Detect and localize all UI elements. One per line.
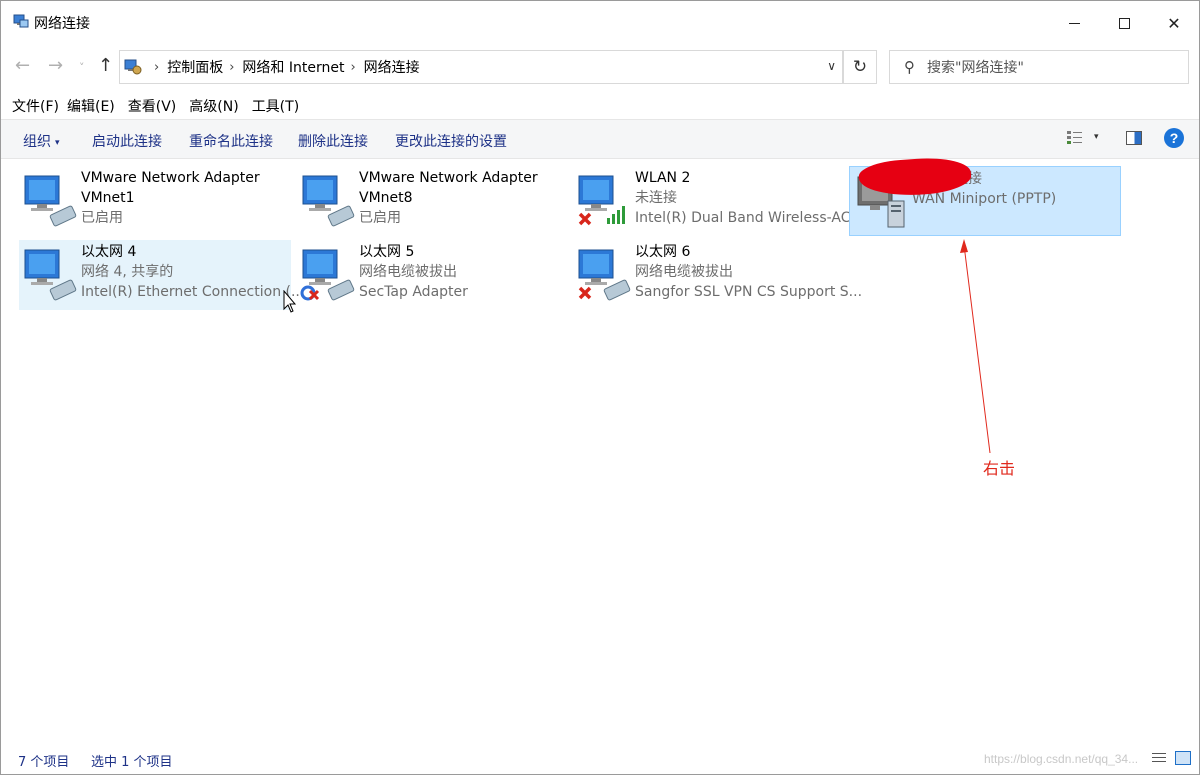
change-settings-button[interactable]: 更改此连接的设置 <box>395 131 507 151</box>
menu-bar: 文件(F) 编辑(E) 查看(V) 高级(N) 工具(T) <box>1 94 309 118</box>
search-input[interactable]: ⚲ 搜索"网络连接" <box>889 50 1189 84</box>
view-options-caret[interactable]: ▾ <box>1094 132 1099 142</box>
menu-view[interactable]: 查看(V) <box>125 94 187 118</box>
connection-text: 以太网 5 网络电缆被拔出 SecTap Adapter <box>359 242 468 302</box>
connection-text: WLAN 2 未连接 Intel(R) Dual Band Wireless-A… <box>635 168 864 228</box>
connection-name: 以太网 4 <box>81 244 137 260</box>
maximize-icon <box>1118 17 1130 29</box>
connection-status: 网络电缆被拔出 <box>359 264 457 280</box>
network-adapter-icon <box>24 249 77 301</box>
breadcrumb-network-connections[interactable]: › 网络连接 <box>344 57 419 77</box>
forward-button[interactable]: → <box>48 55 63 76</box>
menu-tools[interactable]: 工具(T) <box>249 94 309 118</box>
search-placeholder: 搜索"网络连接" <box>927 60 1024 76</box>
connection-ethernet-4[interactable]: 以太网 4 网络 4, 共享的 Intel(R) Ethernet Connec… <box>19 240 304 310</box>
start-connection-button[interactable]: 启动此连接 <box>92 131 162 151</box>
wireless-adapter-icon <box>578 175 625 226</box>
explorer-window: 网络连接 ✕ ← → ˅ ↑ › 控制面板 › 网络和 Internet › 网… <box>0 0 1200 775</box>
breadcrumb-control-panel[interactable]: › 控制面板 <box>148 57 223 77</box>
close-button[interactable]: ✕ <box>1149 1 1199 45</box>
change-view-icon[interactable] <box>1066 129 1084 147</box>
caret-down-icon: ▾ <box>55 138 60 148</box>
connection-device: Intel(R) Dual Band Wireless-AC... <box>635 210 864 226</box>
connection-name: 以太网 6 <box>635 244 691 260</box>
connection-vmnet8[interactable]: VMware Network Adapter VMnet8 已启用 <box>297 166 569 236</box>
connection-status: 已启用 <box>359 210 401 226</box>
network-adapter-icon <box>578 249 631 301</box>
bottom-edge <box>0 775 1204 781</box>
connection-name-line2: VMnet8 <box>359 190 413 206</box>
connection-name: 以太网 5 <box>359 244 415 260</box>
connection-name: VMware Network Adapter <box>359 170 538 186</box>
help-icon[interactable]: ? <box>1164 128 1184 148</box>
connection-status: 网络电缆被拔出 <box>635 264 733 280</box>
breadcrumb-separator[interactable]: › <box>350 60 355 75</box>
maximize-button[interactable] <box>1099 1 1149 45</box>
connection-text: VMware Network Adapter VMnet8 已启用 <box>359 168 538 228</box>
organize-button[interactable]: 组织 ▾ <box>23 131 60 151</box>
connection-wlan2[interactable]: WLAN 2 未连接 Intel(R) Dual Band Wireless-A… <box>573 166 864 236</box>
recent-locations-button[interactable]: ˅ <box>79 61 85 74</box>
network-adapter-icon <box>300 249 355 301</box>
window-title: 网络连接 <box>34 16 90 32</box>
network-adapter-icon <box>24 175 77 227</box>
network-adapter-icon <box>302 175 355 227</box>
connection-vmnet1[interactable]: VMware Network Adapter VMnet1 已启用 <box>19 166 291 236</box>
breadcrumb-network-internet[interactable]: › 网络和 Internet <box>223 57 344 77</box>
control-panel-icon <box>124 59 142 75</box>
connection-name: WLAN 2 <box>635 170 691 186</box>
connection-ethernet-6[interactable]: 以太网 6 网络电缆被拔出 Sangfor SSL VPN CS Support… <box>573 240 862 310</box>
preview-pane-icon[interactable] <box>1126 131 1142 145</box>
minimize-icon <box>1068 22 1080 24</box>
item-count: 7 个项目 <box>18 755 70 770</box>
minimize-button[interactable] <box>1049 1 1099 45</box>
breadcrumb-label[interactable]: 网络和 Internet <box>242 57 344 77</box>
refresh-icon: ↻ <box>852 57 868 77</box>
watermark: https://blog.csdn.net/qq_34... <box>984 752 1139 766</box>
breadcrumb-separator[interactable]: › <box>229 60 234 75</box>
chevron-down-icon[interactable]: ∨ <box>827 59 836 73</box>
annotation-label: 右击 <box>983 459 1016 478</box>
organize-label: 组织 <box>23 134 51 150</box>
connection-device: Intel(R) Ethernet Connection (... <box>81 284 305 300</box>
close-icon: ✕ <box>1167 13 1181 33</box>
connection-name: VMware Network Adapter <box>81 170 260 186</box>
menu-edit[interactable]: 编辑(E) <box>64 94 125 118</box>
address-bar[interactable]: › 控制面板 › 网络和 Internet › 网络连接 ∨ <box>119 50 843 84</box>
mouse-cursor-icon <box>283 290 297 313</box>
connection-device: Sangfor SSL VPN CS Support S... <box>635 284 863 300</box>
up-button[interactable]: ↑ <box>98 55 113 76</box>
large-icons-view-icon[interactable] <box>1175 751 1191 765</box>
search-icon: ⚲ <box>904 58 915 76</box>
connection-name-line2: VMnet1 <box>81 190 135 206</box>
network-connections-icon <box>13 14 29 28</box>
selected-count: 选中 1 个项目 <box>91 755 173 770</box>
command-bar: 组织 ▾ 启动此连接 重命名此连接 删除此连接 更改此连接的设置 ▾ ? <box>1 119 1199 159</box>
navigation-row: ← → ˅ ↑ › 控制面板 › 网络和 Internet › 网络连接 ∨ ↻… <box>1 47 1199 87</box>
delete-connection-button[interactable]: 删除此连接 <box>298 131 368 151</box>
connection-ethernet-5[interactable]: 以太网 5 网络电缆被拔出 SecTap Adapter <box>297 240 569 310</box>
rename-connection-button[interactable]: 重命名此连接 <box>189 131 273 151</box>
connection-text: VMware Network Adapter VMnet1 已启用 <box>81 168 260 228</box>
menu-file[interactable]: 文件(F) <box>1 94 64 118</box>
breadcrumb-separator[interactable]: › <box>154 60 159 75</box>
status-bar: 7 个项目 选中 1 个项目 https://blog.csdn.net/qq_… <box>1 743 1199 773</box>
connection-status: 已启用 <box>81 210 123 226</box>
menu-advanced[interactable]: 高级(N) <box>186 94 248 118</box>
breadcrumb-label[interactable]: 控制面板 <box>167 57 223 77</box>
connection-device: SecTap Adapter <box>359 284 468 300</box>
connection-text: 以太网 4 网络 4, 共享的 Intel(R) Ethernet Connec… <box>81 242 304 302</box>
details-view-icon[interactable] <box>1151 751 1167 765</box>
title-bar: 网络连接 ✕ <box>1 1 1199 45</box>
back-button[interactable]: ← <box>15 55 30 76</box>
connection-status: 网络 4, 共享的 <box>81 264 174 280</box>
breadcrumb-label[interactable]: 网络连接 <box>364 57 420 77</box>
connection-text: 以太网 6 网络电缆被拔出 Sangfor SSL VPN CS Support… <box>635 242 862 302</box>
connection-status: 未连接 <box>635 190 677 206</box>
refresh-button[interactable]: ↻ <box>843 50 877 84</box>
